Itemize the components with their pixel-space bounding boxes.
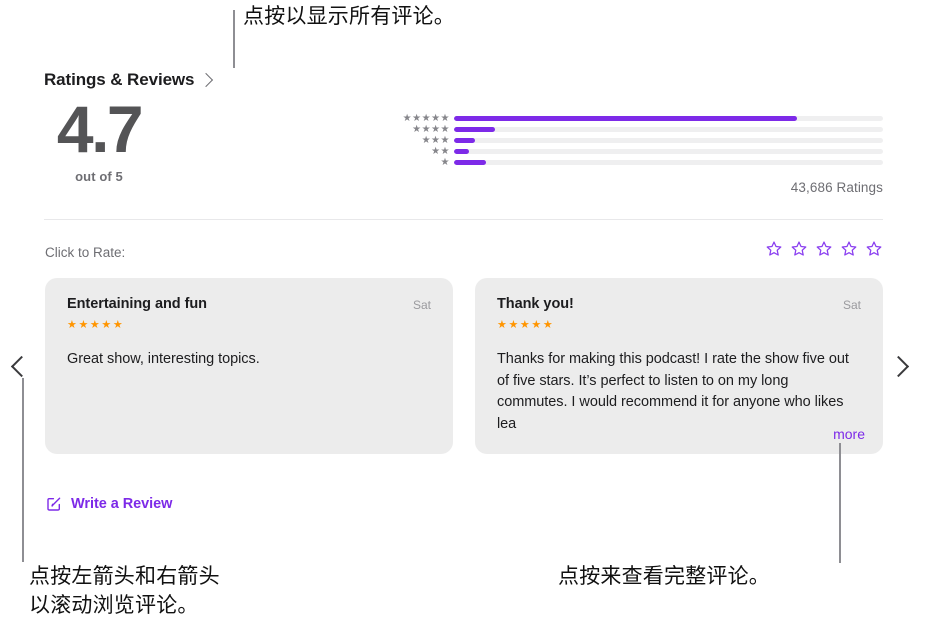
histogram-fill xyxy=(454,160,487,165)
ratings-reviews-header[interactable]: Ratings & Reviews xyxy=(44,70,214,90)
histogram-star-label: ★ xyxy=(440,156,450,168)
review-body: Thanks for making this podcast! I rate t… xyxy=(497,351,849,432)
review-title: Entertaining and fun xyxy=(67,296,207,312)
click-to-rate-stars[interactable] xyxy=(765,240,883,258)
review-card[interactable]: Thank you! Sat ★★★★★ Thanks for making this… xyxy=(475,278,883,454)
callout-scroll-arrows: 点按左箭头和右箭头 以滚动浏览评论。 xyxy=(29,564,220,617)
write-a-review-label: Write a Review xyxy=(71,496,173,512)
histogram-track xyxy=(454,116,883,121)
carousel-next-button[interactable] xyxy=(887,352,917,380)
histogram-row-4-star: ★★★★ xyxy=(388,124,883,135)
histogram-fill xyxy=(454,138,476,143)
histogram-track xyxy=(454,149,883,154)
review-body: Great show, interesting topics. xyxy=(67,351,260,367)
callout-line-scroll-arrows xyxy=(22,378,24,562)
review-date: Sat xyxy=(412,298,431,312)
callout-show-all-reviews: 点按以显示所有评论。 xyxy=(243,4,455,28)
compose-square-pencil-icon xyxy=(46,496,62,512)
histogram-fill xyxy=(454,127,495,132)
star-outline-icon[interactable] xyxy=(840,240,858,258)
callout-line-view-full-review xyxy=(839,443,841,563)
histogram-fill xyxy=(454,149,469,154)
ratings-count: 43,686 Ratings xyxy=(790,180,883,195)
callout-line-show-all-reviews xyxy=(233,10,235,68)
review-title: Thank you! xyxy=(497,296,574,312)
ratings-histogram: ★★★★★ ★★★★ ★★★ ★★ ★ xyxy=(388,113,883,168)
review-rating-stars: ★★★★★ xyxy=(497,319,555,331)
average-score-value: 4.7 xyxy=(56,92,144,166)
reviews-carousel: Entertaining and fun Sat ★★★★★ Great show, … xyxy=(45,278,883,454)
star-outline-icon[interactable] xyxy=(765,240,783,258)
star-outline-icon[interactable] xyxy=(865,240,883,258)
review-card[interactable]: Entertaining and fun Sat ★★★★★ Great show, … xyxy=(45,278,453,454)
average-score-caption: out of 5 xyxy=(75,169,123,184)
histogram-star-label: ★★★★ xyxy=(412,123,450,135)
histogram-track xyxy=(454,160,883,165)
chevron-right-icon[interactable] xyxy=(199,72,214,87)
star-outline-icon[interactable] xyxy=(790,240,808,258)
histogram-row-1-star: ★ xyxy=(388,157,883,168)
review-card-header: Thank you! Sat xyxy=(497,296,861,312)
star-outline-icon[interactable] xyxy=(815,240,833,258)
review-card-header: Entertaining and fun Sat xyxy=(67,296,431,312)
histogram-row-5-star: ★★★★★ xyxy=(388,113,883,124)
histogram-fill xyxy=(454,116,798,121)
review-rating-stars: ★★★★★ xyxy=(67,319,125,331)
histogram-star-label: ★★★ xyxy=(421,134,450,146)
review-more-link[interactable]: more xyxy=(821,426,865,442)
callout-view-full-review: 点按来查看完整评论。 xyxy=(558,564,770,588)
histogram-star-label: ★★★★★ xyxy=(402,112,450,124)
average-score-block: 4.7 out of 5 xyxy=(44,96,154,184)
carousel-prev-button[interactable] xyxy=(10,352,36,380)
write-a-review-button[interactable]: Write a Review xyxy=(46,496,172,512)
histogram-track xyxy=(454,138,883,143)
section-divider xyxy=(44,219,883,220)
chevron-right-icon xyxy=(887,355,910,378)
histogram-star-label: ★★ xyxy=(431,145,450,157)
chevron-left-icon xyxy=(10,355,33,378)
click-to-rate-label: Click to Rate: xyxy=(45,245,126,260)
review-date: Sat xyxy=(842,298,861,312)
page-title: Ratings & Reviews xyxy=(44,70,195,89)
histogram-row-2-star: ★★ xyxy=(388,146,883,157)
histogram-track xyxy=(454,127,883,132)
histogram-row-3-star: ★★★ xyxy=(388,135,883,146)
